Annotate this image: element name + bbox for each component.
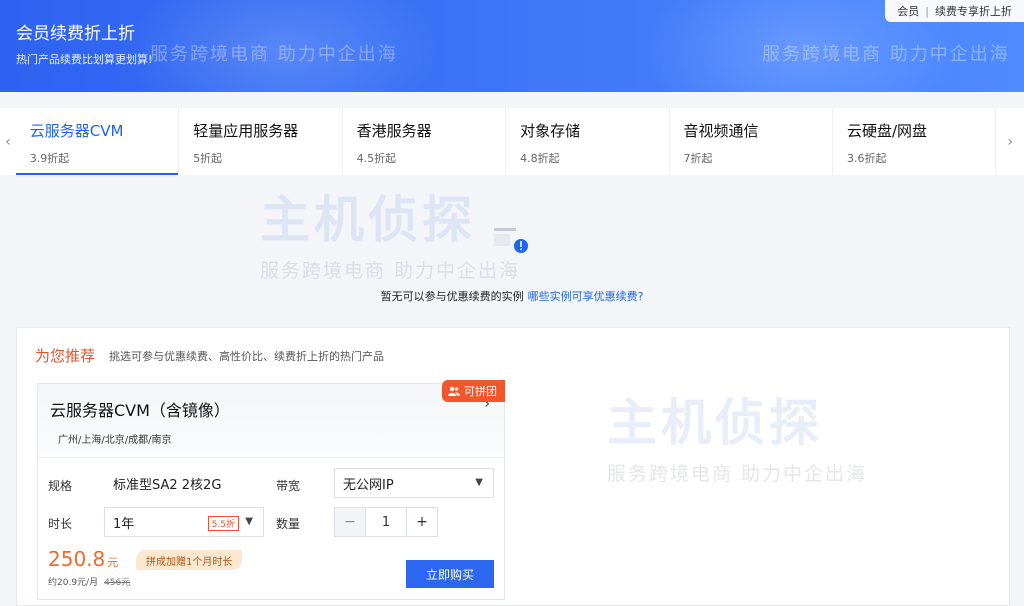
watermark-logo: 主机侦探 [607, 394, 823, 452]
group-buy-badge: 可拼团 [442, 380, 505, 402]
tab-name: 音视频通信 [683, 122, 759, 140]
member-renewal-link[interactable]: 会员 | 续费专享折上折 [885, 0, 1024, 22]
card-regions: 广州/上海/北京/成都/南京 [58, 435, 172, 446]
watermark-slogan: 服务跨境电商 助力中企出海 [260, 260, 521, 282]
spec-label: 规格 [48, 479, 73, 493]
quantity-stepper: − 1 + [334, 507, 438, 537]
price-amount: 250.8 [48, 547, 106, 571]
card-header[interactable]: 云服务器CVM（含镜像） 广州/上海/北京/成都/南京 › 可拼团 [38, 380, 505, 458]
tab-lighthouse[interactable]: 轻量应用服务器 5折起 [179, 108, 343, 175]
badge-text: 可拼团 [464, 385, 497, 398]
watermark-slogan: 服务跨境电商 助力中企出海 [607, 463, 868, 485]
banner-subtitle: 热门产品续费比划算更划算! [16, 53, 153, 66]
tab-name: 云服务器CVM [29, 122, 124, 140]
bandwidth-select[interactable]: 无公网IP ▼ [334, 468, 494, 498]
product-card-cvm: 云服务器CVM（含镜像） 广州/上海/北京/成都/南京 › 可拼团 规格 标准型… [37, 380, 505, 600]
tab-price: 5折起 [193, 152, 223, 165]
spec-select[interactable]: 标准型SA2 2核2G [104, 468, 264, 498]
empty-state-icon [494, 228, 528, 253]
monthly-value: 约20.9元/月 [48, 578, 99, 588]
banner-watermark-text: 服务跨境电商 助力中企出海 [150, 44, 398, 65]
tab-name: 轻量应用服务器 [193, 122, 299, 140]
product-tabs: ‹ 云服务器CVM 3.9折起 轻量应用服务器 5折起 香港服务器 4.5折起 … [0, 108, 1024, 175]
price-unit: 元 [107, 556, 119, 569]
banner-watermark-text: 服务跨境电商 助力中企出海 [762, 44, 1010, 65]
caret-down-icon: ▼ [245, 516, 253, 527]
duration-discount: 5.5折 [207, 516, 239, 531]
original-price: 456元 [104, 578, 131, 588]
watermark: 主机侦探 服务跨境电商 助力中企出海 [607, 383, 867, 486]
eligible-instances-link[interactable]: 哪些实例可享优惠续费? [528, 290, 644, 303]
header-banner: 服务跨境电商 助力中企出海 服务跨境电商 助力中企出海 会员续费折上折 热门产品… [0, 0, 1024, 92]
caret-down-icon: ▼ [475, 477, 483, 488]
recommendation-desc: 挑选可参与优惠续费、高性价比、续费折上折的热门产品 [109, 350, 384, 363]
price: 250.8 元 [48, 547, 118, 571]
monthly-price: 约20.9元/月 456元 [48, 575, 130, 588]
duration-label: 时长 [48, 517, 73, 531]
duration-value: 1年 [113, 516, 135, 532]
tab-object-storage[interactable]: 对象存储 4.8折起 [506, 108, 670, 175]
decrement-button[interactable]: − [335, 508, 365, 536]
tab-price: 3.6折起 [847, 152, 887, 165]
card-title: 云服务器CVM（含镜像） [50, 401, 230, 420]
tab-price: 3.9折起 [29, 152, 70, 165]
bandwidth-label: 带宽 [276, 479, 301, 493]
banner-title: 会员续费折上折 [16, 24, 135, 44]
empty-state-text: 暂无可以参与优惠续费的实例 [380, 290, 524, 303]
users-icon [448, 386, 460, 396]
tab-price: 4.5折起 [356, 152, 397, 165]
empty-state-message: 暂无可以参与优惠续费的实例 哪些实例可享优惠续费? [0, 288, 1024, 304]
buy-now-button[interactable]: 立即购买 [406, 560, 494, 588]
tab-cloud-disk[interactable]: 云硬盘/网盘 3.6折起 [833, 108, 997, 175]
quantity-label: 数量 [276, 517, 301, 531]
member-label: 会员 [897, 5, 920, 18]
spec-value: 标准型SA2 2核2G [113, 477, 222, 493]
watermark: 主机侦探 服务跨境电商 助力中企出海 [260, 180, 520, 283]
tab-hongkong-server[interactable]: 香港服务器 4.5折起 [343, 108, 507, 175]
bandwidth-value: 无公网IP [343, 477, 394, 493]
tab-av-communication[interactable]: 音视频通信 7折起 [670, 108, 833, 175]
tab-name: 对象存储 [520, 122, 581, 140]
tab-price: 7折起 [683, 152, 713, 165]
tab-name: 云硬盘/网盘 [847, 122, 928, 140]
exclusive-label: 续费专享折上折 [935, 5, 1012, 18]
tab-price: 4.8折起 [520, 152, 560, 165]
separator: | [925, 4, 929, 18]
tabs-prev-arrow[interactable]: ‹ [0, 108, 16, 175]
recommendation-title: 为您推荐 [35, 347, 96, 365]
increment-button[interactable]: + [407, 508, 437, 536]
promo-tag: 拼成加赠1个月时长 [136, 550, 243, 570]
tabs-next-arrow[interactable]: › [996, 108, 1024, 175]
watermark-logo: 主机侦探 [260, 191, 476, 249]
quantity-value[interactable]: 1 [365, 508, 407, 536]
duration-select[interactable]: 1年 5.5折 ▼ [104, 507, 264, 537]
tab-cvm[interactable]: 云服务器CVM 3.9折起 [15, 108, 180, 175]
recommendation-panel: 为您推荐 挑选可参与优惠续费、高性价比、续费折上折的热门产品 主机侦探 服务跨境… [16, 327, 1010, 606]
tab-name: 香港服务器 [356, 122, 432, 140]
